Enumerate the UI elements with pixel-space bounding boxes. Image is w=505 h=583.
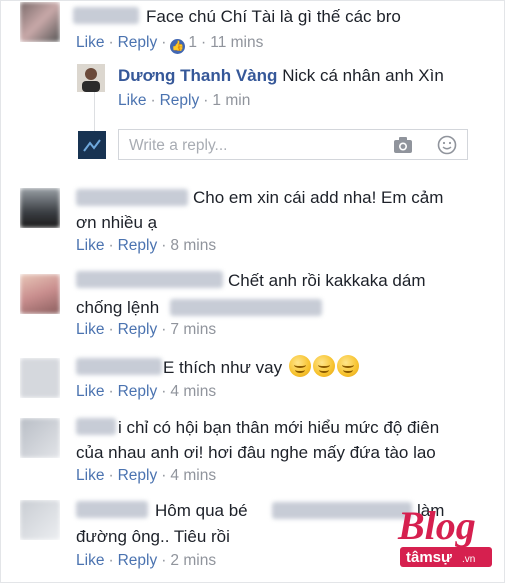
timestamp[interactable]: 1 min	[212, 92, 250, 109]
comment-text-line2: ơn nhiều ạ	[76, 213, 158, 232]
timestamp[interactable]: 8 mins	[170, 237, 216, 254]
comment-actions: Like · Reply · 4 mins	[76, 383, 217, 400]
comment-text: Hôm qua bé	[155, 501, 248, 520]
avatar[interactable]	[20, 500, 60, 540]
comment-text: i chỉ có hội bạn thân mới hiểu mức độ đi…	[118, 418, 440, 437]
comment-text: Chết anh rồi kakkaka dám	[228, 271, 426, 290]
like-link[interactable]: Like	[76, 237, 104, 254]
comment-actions: Like · Reply · 8 mins	[76, 237, 217, 254]
like-link[interactable]: Like	[76, 34, 104, 51]
reaction-count[interactable]: 1	[188, 34, 197, 51]
comment-text: Dương Thanh Vàng Nick cá nhân anh Xìn	[118, 66, 444, 85]
redacted-name	[76, 189, 188, 206]
redacted-name	[76, 358, 162, 375]
timestamp[interactable]: 4 mins	[170, 383, 216, 400]
svg-text:Blog: Blog	[397, 503, 476, 548]
comment-actions: Like · Reply · 1 min	[118, 92, 251, 109]
timestamp[interactable]: 4 mins	[170, 467, 216, 484]
comment-text: Cho em xin cái add nha! Em cảm	[193, 188, 444, 207]
avatar[interactable]	[20, 358, 60, 398]
redacted-tag	[272, 502, 412, 519]
smile-emoji-icon	[336, 355, 359, 377]
comment-text-line2: của nhau anh ơi! hơi đâu nghe mấy đứa tà…	[76, 443, 436, 462]
camera-icon[interactable]	[393, 136, 413, 154]
comment-author[interactable]: Dương Thanh Vàng	[118, 66, 277, 85]
redacted-tag	[170, 299, 322, 316]
blog-tamsu-logo: Blog tâmsự .vn	[392, 495, 498, 577]
avatar[interactable]	[20, 188, 60, 228]
thumbs-up-icon: 👍	[170, 39, 186, 54]
smile-emoji-icon	[312, 355, 335, 377]
avatar[interactable]	[20, 418, 60, 458]
reply-link[interactable]: Reply	[118, 383, 158, 400]
redacted-name	[76, 418, 116, 435]
reply-link[interactable]: Reply	[118, 237, 158, 254]
reply-link[interactable]: Reply	[118, 321, 158, 338]
avatar[interactable]	[20, 274, 60, 314]
reply-link[interactable]: Reply	[118, 552, 158, 569]
timestamp[interactable]: 11 mins	[210, 34, 263, 51]
reply-link[interactable]: Reply	[160, 92, 200, 109]
comment-text: E thích như vay	[163, 355, 359, 380]
like-link[interactable]: Like	[76, 552, 104, 569]
like-link[interactable]: Like	[118, 92, 146, 109]
comment-actions: Like · Reply · 2 mins	[76, 552, 217, 569]
like-link[interactable]: Like	[76, 383, 104, 400]
timestamp[interactable]: 7 mins	[170, 321, 216, 338]
reply-input[interactable]	[127, 136, 381, 156]
svg-text:.vn: .vn	[462, 554, 475, 565]
comment-actions: Like · Reply · 4 mins	[76, 467, 217, 484]
svg-text:tâmsự: tâmsự	[406, 549, 452, 566]
reply-link[interactable]: Reply	[118, 467, 158, 484]
comment-actions: Like · Reply · 👍 1 · 11 mins	[76, 34, 264, 54]
redacted-name	[73, 7, 139, 24]
like-link[interactable]: Like	[76, 467, 104, 484]
avatar[interactable]	[77, 64, 105, 92]
redacted-name	[76, 271, 223, 288]
comment-text: Face chú Chí Tài là gì thế các bro	[146, 7, 401, 26]
comment-actions: Like · Reply · 7 mins	[76, 321, 217, 338]
reply-link[interactable]: Reply	[118, 34, 158, 51]
current-user-avatar	[78, 131, 106, 159]
like-link[interactable]: Like	[76, 321, 104, 338]
comment-text-line2: chống lệnh	[76, 298, 160, 317]
person-photo-icon	[77, 64, 105, 92]
comment-text-line2: đường ông.. Tiêu rồi	[76, 527, 230, 546]
avatar[interactable]	[20, 2, 60, 42]
timestamp[interactable]: 2 mins	[170, 552, 216, 569]
reply-box[interactable]	[118, 129, 468, 160]
redacted-name	[76, 501, 148, 518]
emoji-icon[interactable]	[437, 135, 457, 155]
smile-emoji-icon	[288, 355, 311, 377]
